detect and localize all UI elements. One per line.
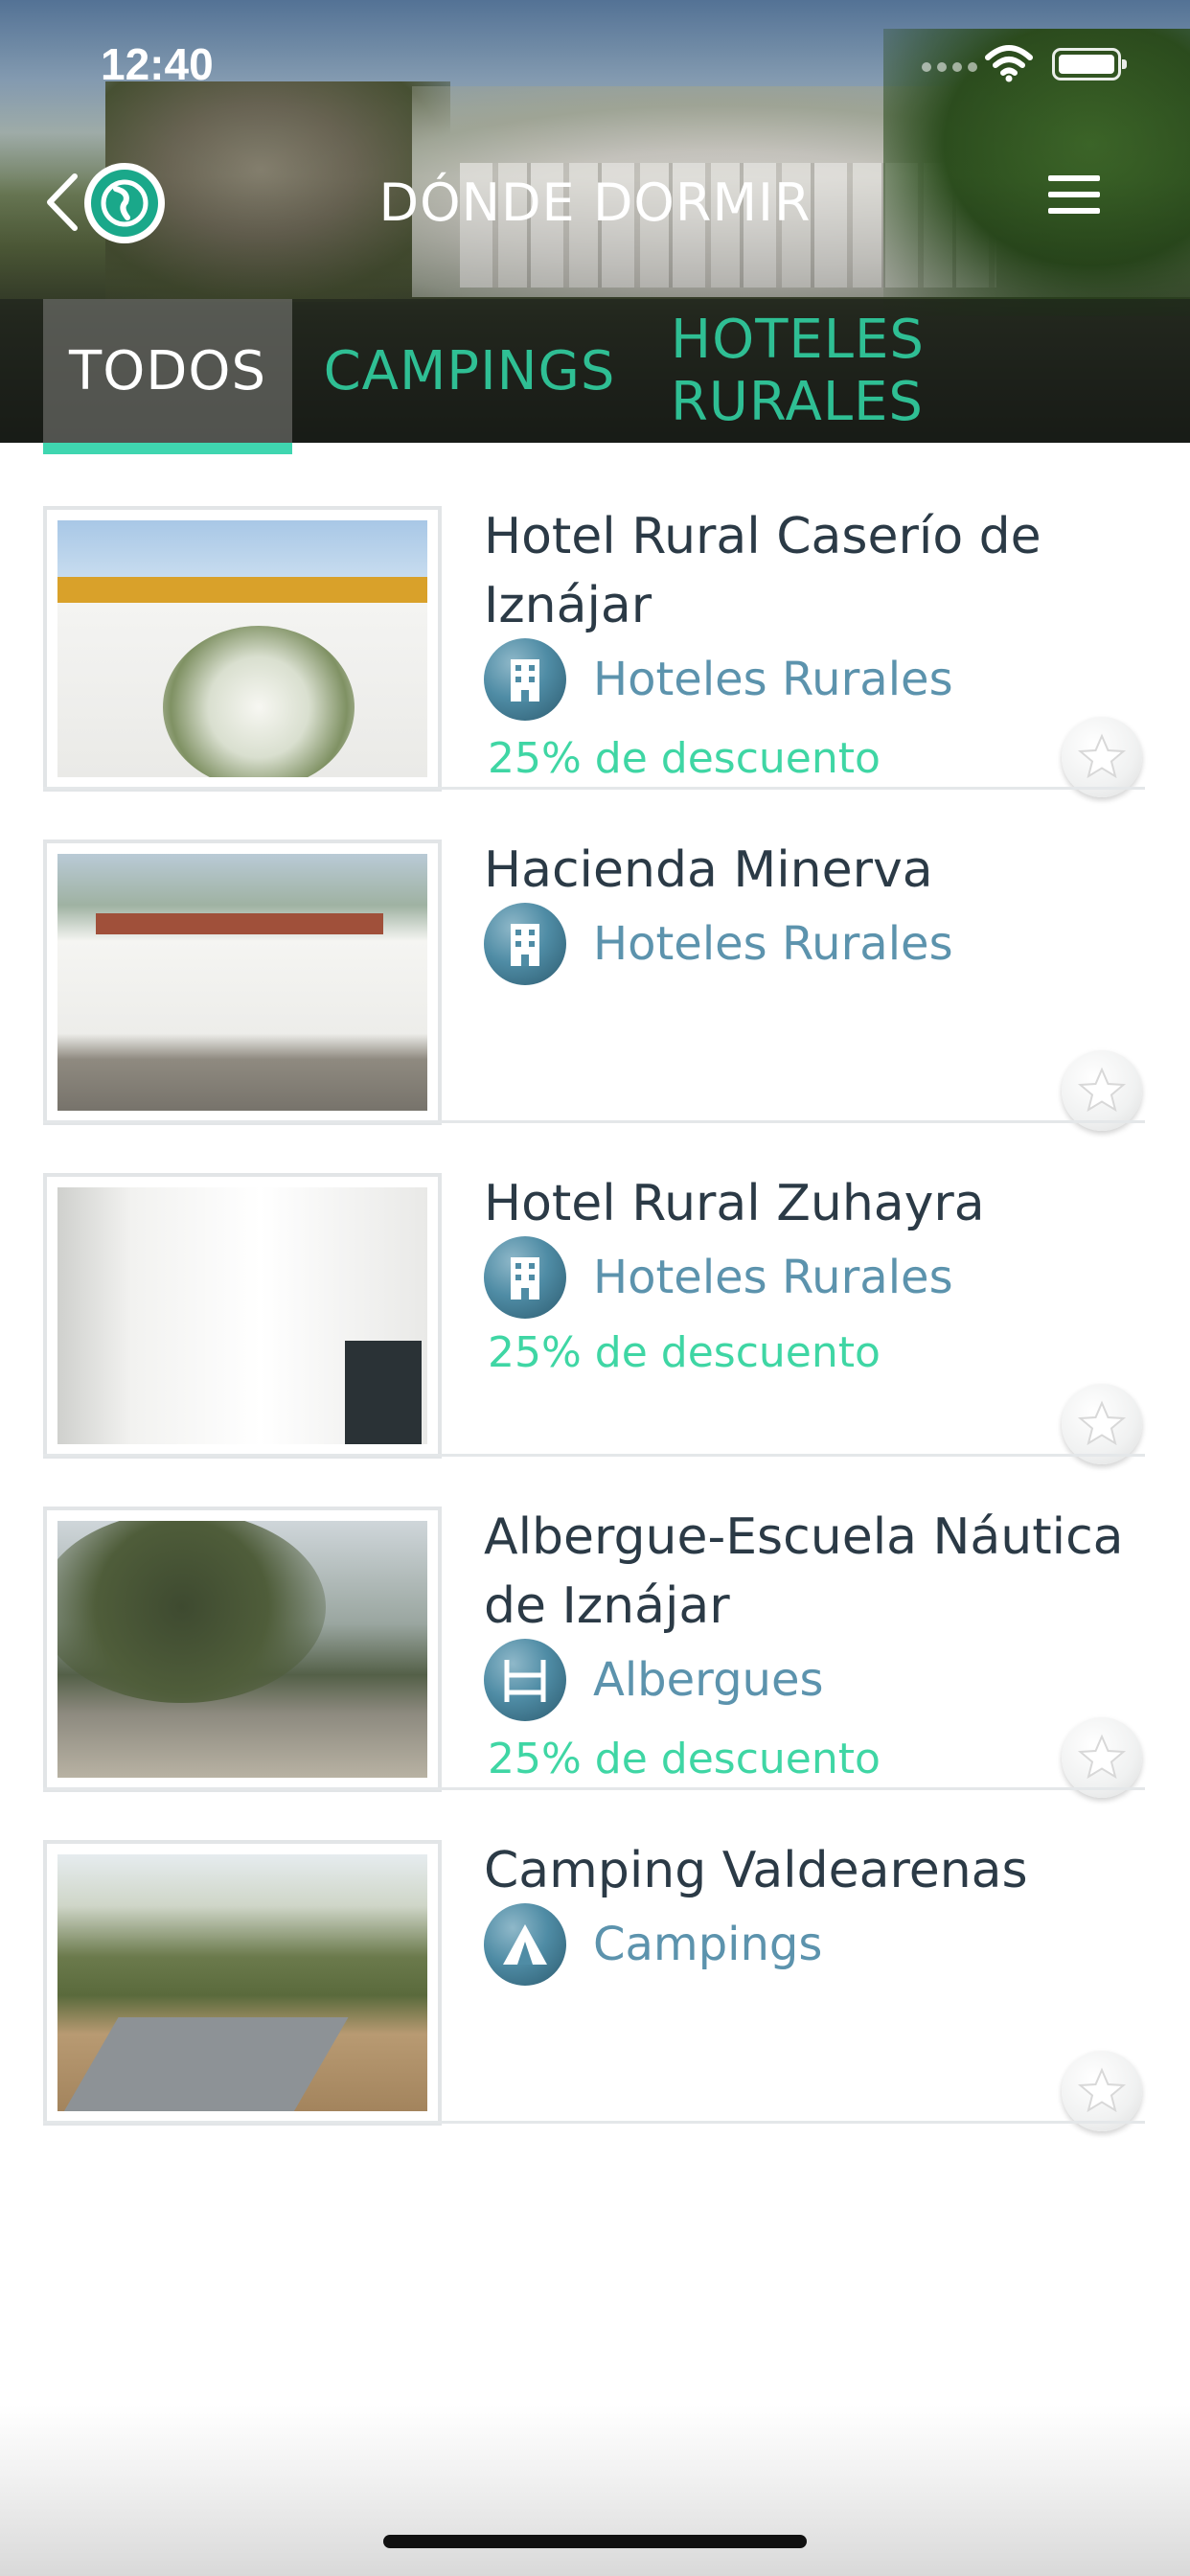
item-category: Hoteles Rurales	[484, 903, 953, 985]
item-category-label: Hoteles Rurales	[593, 1251, 953, 1304]
item-photo	[43, 506, 442, 792]
bunk-bed-icon	[484, 1639, 566, 1721]
list-item[interactable]: Camping Valdearenas Campings	[43, 1790, 1145, 2131]
item-category: Campings	[484, 1903, 822, 1986]
list-item[interactable]: Hotel Rural Caserío de Iznájar Hoteles R…	[43, 456, 1145, 797]
item-title: Hotel Rural Caserío de Iznájar	[484, 508, 1041, 634]
star-icon	[1077, 1734, 1127, 1780]
tab-todos[interactable]: TODOS	[43, 299, 292, 443]
item-discount: 25% de descuento	[488, 1328, 881, 1377]
star-icon	[1077, 733, 1127, 779]
item-category: Hoteles Rurales	[484, 638, 953, 721]
tab-campings[interactable]: CAMPINGS	[316, 299, 623, 443]
favorite-button[interactable]	[1062, 1050, 1142, 1131]
item-title: Hotel Rural Zuhayra	[484, 1175, 985, 1232]
building-icon	[484, 1236, 566, 1319]
tent-icon	[484, 1903, 566, 1986]
item-title: Hacienda Minerva	[484, 841, 933, 899]
item-category: Albergues	[484, 1639, 824, 1721]
divider	[43, 2121, 1145, 2124]
item-photo	[43, 1506, 442, 1792]
star-icon	[1077, 1067, 1127, 1113]
item-discount: 25% de descuento	[488, 734, 881, 783]
item-category: Hoteles Rurales	[484, 1236, 953, 1319]
bottom-fade	[0, 2405, 1190, 2576]
star-icon	[1077, 2067, 1127, 2113]
tab-hoteles-rurales[interactable]: HOTELES RURALES	[671, 299, 1179, 443]
item-photo	[43, 840, 442, 1125]
item-photo	[43, 1840, 442, 2126]
item-discount: 25% de descuento	[488, 1735, 881, 1783]
favorite-button[interactable]	[1062, 1717, 1142, 1798]
list-item[interactable]: Albergue-Escuela Náutica de Iznájar Albe…	[43, 1457, 1145, 1798]
favorite-button[interactable]	[1062, 1384, 1142, 1464]
status-time: 12:40	[101, 39, 214, 89]
building-icon	[484, 903, 566, 985]
star-icon	[1077, 1400, 1127, 1446]
building-icon	[484, 638, 566, 721]
cellular-signal-icon	[922, 58, 989, 73]
item-photo	[43, 1173, 442, 1459]
page-title: DÓNDE DORMIR	[378, 172, 812, 233]
item-category-label: Campings	[593, 1918, 823, 1971]
hamburger-menu-icon[interactable]	[1048, 175, 1100, 216]
list-item[interactable]: Hotel Rural Zuhayra Hoteles Rurales 25% …	[43, 1123, 1145, 1464]
list-item[interactable]: Hacienda Minerva Hoteles Rurales	[43, 790, 1145, 1131]
wifi-icon	[985, 44, 1033, 82]
favorite-button[interactable]	[1062, 717, 1142, 797]
active-tab-indicator	[43, 443, 292, 454]
item-category-label: Hoteles Rurales	[593, 653, 953, 706]
home-indicator[interactable]	[383, 2535, 807, 2548]
item-title: Camping Valdearenas	[484, 1842, 1028, 1899]
item-category-label: Albergues	[593, 1653, 824, 1707]
favorite-button[interactable]	[1062, 2051, 1142, 2131]
item-title: Albergue-Escuela Náutica de Iznájar	[484, 1508, 1124, 1635]
category-tabs: TODOS CAMPINGS HOTELES RURALES	[0, 299, 1190, 443]
battery-icon	[1052, 48, 1127, 80]
item-category-label: Hoteles Rurales	[593, 917, 953, 971]
